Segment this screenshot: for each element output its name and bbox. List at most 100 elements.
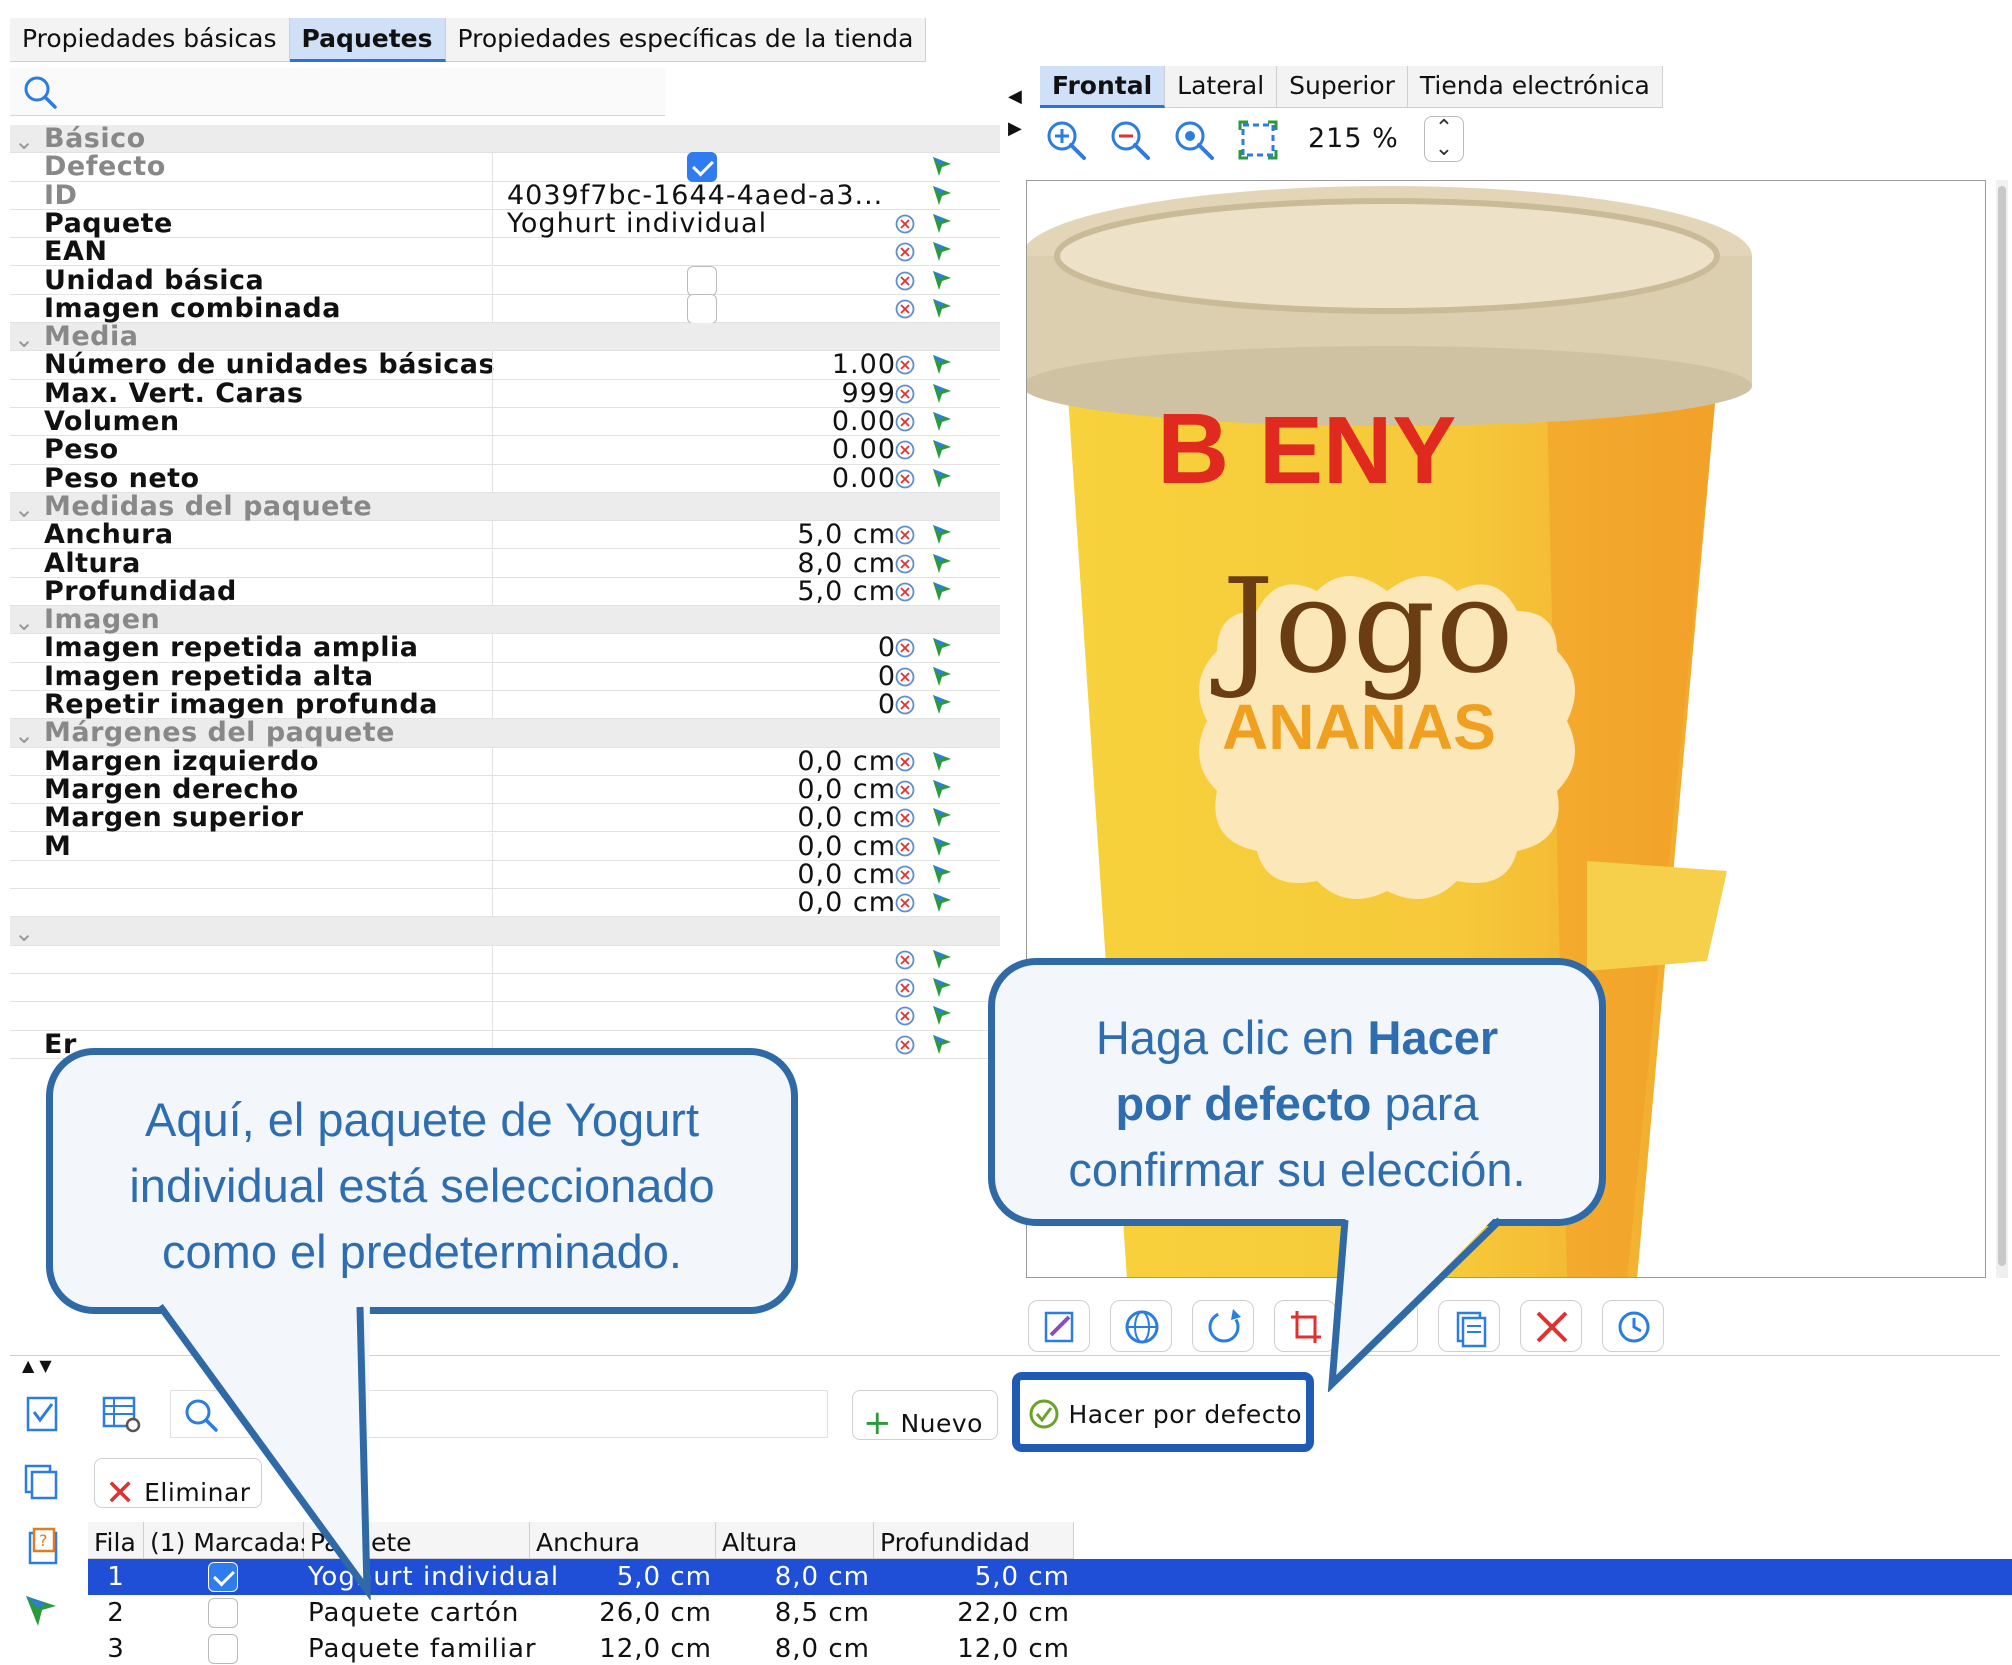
property-row[interactable]: [10, 974, 1000, 1003]
preview-scrollbar[interactable]: [1996, 180, 2008, 1278]
inherit-flag-icon[interactable]: [930, 890, 954, 914]
property-value-cell[interactable]: [492, 945, 902, 974]
chevron-down-icon[interactable]: ⌄: [14, 919, 34, 947]
property-row[interactable]: Margen izquierdo 0,0 cm: [10, 746, 1000, 777]
top-tab-1[interactable]: Paquetes: [289, 18, 446, 62]
property-value-cell[interactable]: 4039f7bc-1644-4aed-a3...: [492, 180, 902, 211]
property-row[interactable]: Volumen 0.00: [10, 406, 1000, 437]
property-row[interactable]: Imagen combinada: [10, 293, 1000, 324]
reset-value-icon[interactable]: [894, 298, 916, 320]
top-tab-2[interactable]: Propiedades específicas de la tienda: [446, 18, 927, 62]
property-row[interactable]: Peso neto 0.00: [10, 463, 1000, 494]
property-value-cell[interactable]: 1.00: [492, 349, 902, 380]
view-tab-0[interactable]: Frontal: [1040, 66, 1166, 108]
property-value-cell[interactable]: 0: [492, 689, 902, 720]
property-value-cell[interactable]: 0.00: [492, 434, 902, 465]
reset-value-icon[interactable]: [894, 807, 916, 829]
inherit-flag-icon[interactable]: [930, 268, 954, 292]
zoom-in-icon[interactable]: [1044, 118, 1088, 162]
property-row[interactable]: ID 4039f7bc-1644-4aed-a3...: [10, 180, 1000, 211]
property-row[interactable]: Profundidad 5,0 cm: [10, 576, 1000, 607]
view-tab-3[interactable]: Tienda electrónica: [1408, 66, 1663, 108]
property-row[interactable]: Margen derecho 0,0 cm: [10, 774, 1000, 805]
property-row[interactable]: 0,0 cm: [10, 887, 1000, 918]
edit-image-button[interactable]: [1028, 1300, 1090, 1352]
column-header[interactable]: Anchura: [530, 1522, 716, 1559]
property-row[interactable]: [10, 1002, 1000, 1031]
inherit-flag-icon[interactable]: [930, 834, 954, 858]
table-row[interactable]: 2 Paquete cartón 26,0 cm 8,5 cm 22,0 cm: [88, 1595, 2012, 1631]
chevron-down-icon[interactable]: ⌄: [14, 325, 34, 353]
view-tab-2[interactable]: Superior: [1277, 66, 1408, 108]
property-row[interactable]: Imagen repetida alta 0: [10, 661, 1000, 692]
zoom-level-input[interactable]: 215 %: [1300, 118, 1410, 162]
column-header[interactable]: Fila: [88, 1522, 144, 1559]
property-group[interactable]: ⌄ Imagen: [10, 604, 1000, 636]
chevron-down-icon[interactable]: ⌄: [14, 127, 34, 155]
reset-value-icon[interactable]: [894, 864, 916, 886]
property-row[interactable]: [10, 945, 1000, 974]
property-group[interactable]: ⌄: [10, 917, 1000, 947]
zoom-reset-icon[interactable]: [1172, 118, 1216, 162]
reset-value-icon[interactable]: [894, 354, 916, 376]
reset-value-icon[interactable]: [894, 949, 916, 971]
property-value-cell[interactable]: 0.00: [492, 406, 902, 437]
property-value-cell[interactable]: [492, 152, 902, 183]
reset-value-icon[interactable]: [894, 1034, 916, 1056]
property-group[interactable]: ⌄ Media: [10, 321, 1000, 353]
check-list-icon[interactable]: [20, 1392, 64, 1436]
rotate-image-button[interactable]: [1192, 1300, 1254, 1352]
inherit-flag-icon[interactable]: [930, 862, 954, 886]
property-checkbox[interactable]: [687, 152, 717, 183]
reset-value-icon[interactable]: [894, 751, 916, 773]
property-value-cell[interactable]: 0: [492, 632, 902, 663]
property-value-cell[interactable]: 0: [492, 661, 902, 692]
fit-to-window-icon[interactable]: [1236, 118, 1280, 162]
table-row[interactable]: 3 Paquete familiar 12,0 cm 8,0 cm 12,0 cm: [88, 1631, 2012, 1665]
property-row[interactable]: Imagen repetida amplia 0: [10, 632, 1000, 663]
inherit-flag-icon[interactable]: [930, 692, 954, 716]
property-row[interactable]: M 0,0 cm: [10, 831, 1000, 862]
image-history-button[interactable]: [1602, 1300, 1664, 1352]
reset-value-icon[interactable]: [894, 411, 916, 433]
inherit-flag-icon[interactable]: [930, 975, 954, 999]
property-value-cell[interactable]: [492, 238, 902, 267]
zoom-out-icon[interactable]: [1108, 118, 1152, 162]
inherit-flag-icon[interactable]: [930, 664, 954, 688]
property-value-cell[interactable]: 0,0 cm: [492, 831, 902, 862]
property-value-cell[interactable]: 999: [492, 378, 902, 409]
view-tab-1[interactable]: Lateral: [1165, 66, 1278, 108]
inherit-flag-icon[interactable]: [930, 947, 954, 971]
inherit-flag-icon[interactable]: [930, 381, 954, 405]
inherit-flag-icon[interactable]: [930, 1003, 954, 1027]
property-value-cell[interactable]: 0.00: [492, 463, 902, 494]
property-row[interactable]: Margen superior 0,0 cm: [10, 802, 1000, 833]
property-group[interactable]: ⌄ Márgenes del paquete: [10, 717, 1000, 749]
reset-value-icon[interactable]: [894, 581, 916, 603]
help-icon[interactable]: ?: [20, 1525, 64, 1569]
property-value-cell[interactable]: 0,0 cm: [492, 774, 902, 805]
inherit-flag-icon[interactable]: [930, 154, 954, 178]
property-row[interactable]: 0,0 cm: [10, 859, 1000, 890]
inherit-flag-icon[interactable]: [930, 409, 954, 433]
inherit-flag-icon[interactable]: [930, 579, 954, 603]
property-row[interactable]: Unidad básica: [10, 265, 1000, 296]
inherit-flag-icon[interactable]: [930, 296, 954, 320]
reset-value-icon[interactable]: [894, 779, 916, 801]
property-value-cell[interactable]: 0,0 cm: [492, 887, 902, 918]
property-checkbox[interactable]: [687, 265, 717, 296]
inherit-flag-icon[interactable]: [930, 466, 954, 490]
inherit-flag-icon[interactable]: [930, 749, 954, 773]
property-row[interactable]: Paquete Yoghurt individual: [10, 208, 1000, 239]
reset-value-icon[interactable]: [894, 213, 916, 235]
delete-image-button[interactable]: [1520, 1300, 1582, 1352]
reset-value-icon[interactable]: [894, 892, 916, 914]
reset-value-icon[interactable]: [894, 553, 916, 575]
copy-icon[interactable]: [20, 1460, 64, 1504]
property-value-cell[interactable]: 5,0 cm: [492, 576, 902, 607]
property-value-cell[interactable]: [492, 293, 902, 324]
reset-value-icon[interactable]: [894, 666, 916, 688]
inherit-flag-icon[interactable]: [930, 239, 954, 263]
property-row[interactable]: EAN: [10, 236, 1000, 267]
property-row[interactable]: Defecto: [10, 151, 1000, 183]
